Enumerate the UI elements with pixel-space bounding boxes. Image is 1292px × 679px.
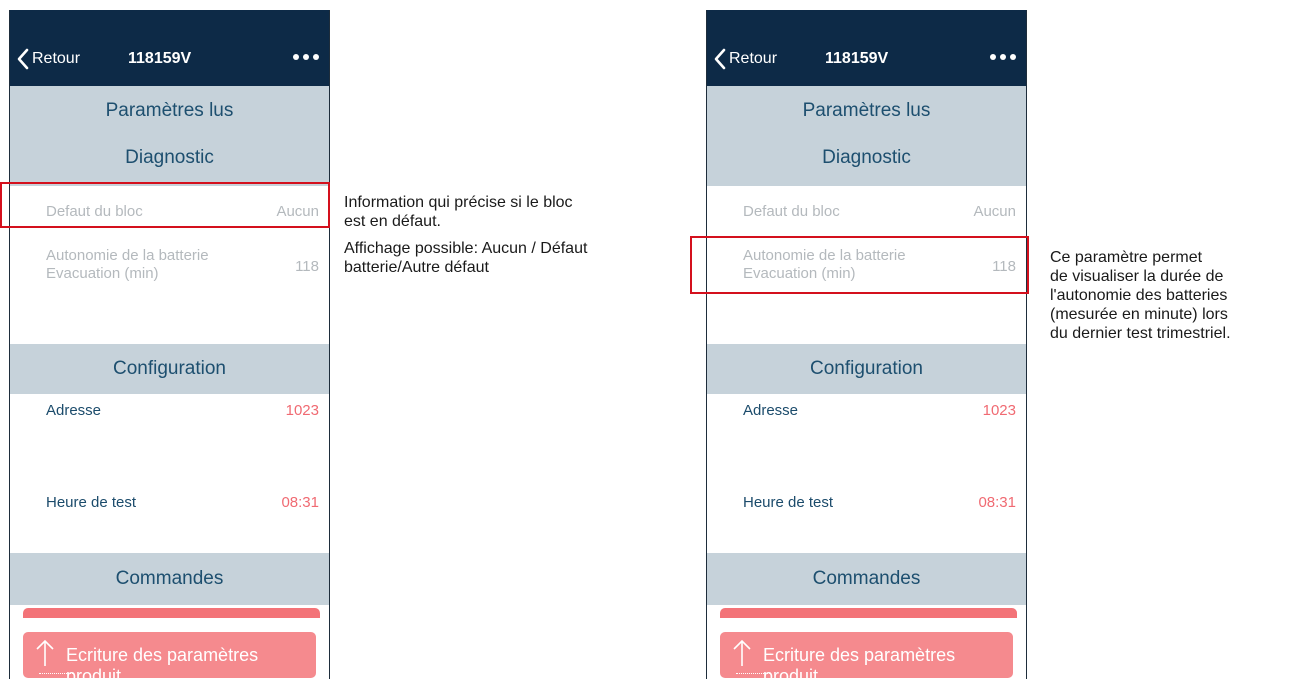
row-value: 1023 <box>982 402 1016 419</box>
section-header-commands: Commandes <box>10 553 329 605</box>
row-adresse[interactable]: Adresse 1023 <box>707 394 1026 434</box>
nav-bar: Retour 118159V <box>707 10 1026 86</box>
row-adresse[interactable]: Adresse 1023 <box>10 394 329 434</box>
row-value: 08:31 <box>978 494 1016 511</box>
nav-title: 118159V <box>825 50 889 67</box>
section-header-commands: Commandes <box>707 553 1026 605</box>
row-label: Heure de test <box>46 494 137 511</box>
row-value: 118 <box>295 258 319 275</box>
row-autonomie: Autonomie de la batterie Evacuation (min… <box>10 240 329 290</box>
annotation-left: Information qui précise si le bloc est e… <box>344 193 587 277</box>
highlight-autonomie <box>690 236 1029 294</box>
annotation-line: Affichage possible: Aucun / Défaut <box>344 240 588 257</box>
row-label: Adresse <box>743 402 799 419</box>
phone-screen-right: Retour 118159V Paramètres lus Diagnostic… <box>706 10 1027 679</box>
write-params-label: Ecriture des paramètres produit <box>763 645 956 679</box>
annotation-line: (mesurée en minute) lors <box>1050 306 1228 323</box>
row-label-line2: Evacuation (min) <box>46 265 159 282</box>
row-label: Adresse <box>46 402 102 419</box>
row-label-line1: Autonomie de la batterie <box>46 247 209 264</box>
back-button[interactable]: Retour <box>15 45 80 73</box>
annotation-line: batterie/Autre défaut <box>344 259 489 276</box>
more-dots-icon[interactable] <box>990 54 1016 60</box>
section-header-configuration: Configuration <box>10 344 329 394</box>
section-title-diagnostic: Diagnostic <box>125 147 214 168</box>
more-dots-icon[interactable] <box>293 54 319 60</box>
annotation-line: l'autonomie des batteries <box>1050 287 1228 304</box>
annotation-right: Ce paramètre permet de visualiser la dur… <box>1050 248 1231 343</box>
section-title-commands: Commandes <box>812 568 921 589</box>
back-label: Retour <box>32 50 81 67</box>
row-label: Defaut du bloc <box>743 203 840 220</box>
row-heure-test[interactable]: Heure de test 08:31 <box>707 486 1026 526</box>
section-title-configuration: Configuration <box>112 358 227 379</box>
nav-bar: Retour 118159V <box>10 10 329 86</box>
section-title-commands: Commandes <box>115 568 224 589</box>
section-title-configuration: Configuration <box>809 358 924 379</box>
back-button[interactable]: Retour <box>712 45 777 73</box>
section-header-read-params: Paramètres lus Diagnostic <box>10 86 329 186</box>
section-title-read-params: Paramètres lus <box>105 100 234 121</box>
annotation-line: de visualiser la durée de <box>1050 268 1224 285</box>
chevron-left-icon <box>714 48 726 70</box>
highlight-defaut-bloc <box>0 182 330 228</box>
annotation-line: est en défaut. <box>344 213 441 230</box>
arrow-up-icon <box>733 639 751 666</box>
annotation-line: Ce paramètre permet <box>1050 249 1203 266</box>
annotation-line: Information qui précise si le bloc <box>344 194 573 211</box>
annotation-line: du dernier test trimestriel. <box>1050 325 1231 342</box>
section-header-configuration: Configuration <box>707 344 1026 394</box>
back-label: Retour <box>729 50 778 67</box>
section-title-diagnostic: Diagnostic <box>822 147 911 168</box>
write-params-button[interactable]: Ecriture des paramètres produit <box>23 632 316 679</box>
section-header-read-params: Paramètres lus Diagnostic <box>707 86 1026 186</box>
chevron-left-icon <box>17 48 29 70</box>
section-title-read-params: Paramètres lus <box>802 100 931 121</box>
row-label: Heure de test <box>743 494 834 511</box>
row-defaut-bloc: Defaut du bloc Aucun <box>707 196 1026 234</box>
write-params-button[interactable]: Ecriture des paramètres produit <box>720 632 1013 679</box>
row-value: Aucun <box>973 203 1016 220</box>
row-value: 1023 <box>285 402 319 419</box>
write-params-label: Ecriture des paramètres produit <box>66 645 259 679</box>
command-button-peek[interactable] <box>23 608 320 618</box>
phone-screen-left: Retour 118159V Paramètres lus Diagnostic… <box>9 10 330 679</box>
command-button-peek[interactable] <box>720 608 1017 618</box>
row-heure-test[interactable]: Heure de test 08:31 <box>10 486 329 526</box>
arrow-up-icon <box>36 639 54 666</box>
nav-title: 118159V <box>128 50 192 67</box>
row-value: 08:31 <box>281 494 319 511</box>
